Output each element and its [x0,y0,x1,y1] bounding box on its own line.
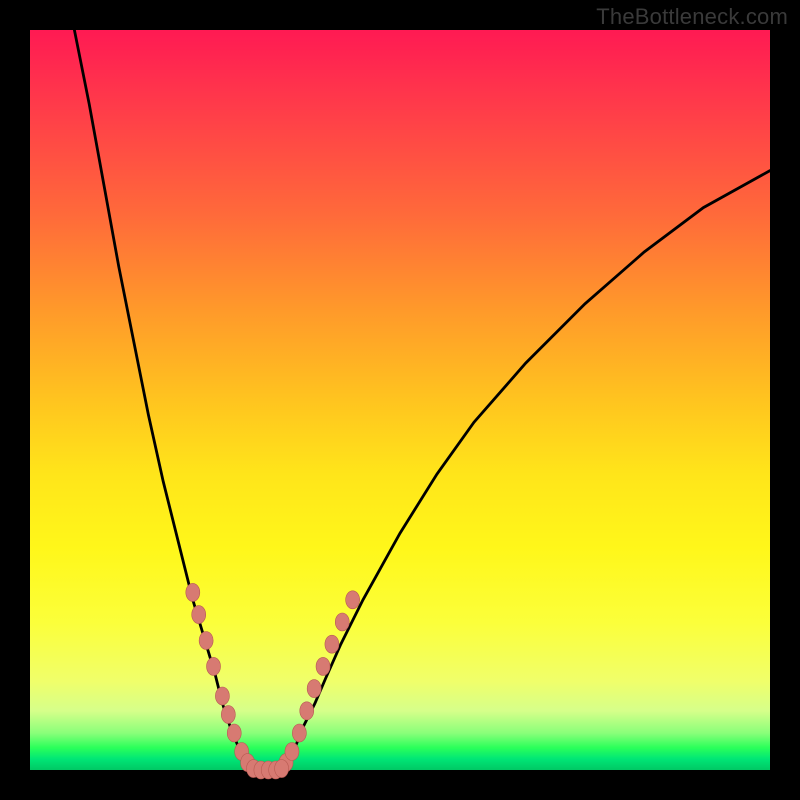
marker-left-2 [199,632,213,650]
chart-frame: TheBottleneck.com [0,0,800,800]
plot-area [30,30,770,770]
watermark-text: TheBottleneck.com [596,4,788,30]
marker-right-6 [325,635,339,653]
marker-left-3 [207,657,221,675]
marker-bottom-4 [275,760,289,778]
marker-right-2 [292,724,306,742]
curve-svg [30,30,770,770]
marker-right-1 [285,743,299,761]
marker-right-5 [316,657,330,675]
marker-left-4 [215,687,229,705]
marker-right-7 [335,613,349,631]
curve-left-branch [74,30,252,770]
curve-right-branch [282,171,770,770]
marker-left-1 [192,606,206,624]
marker-left-0 [186,583,200,601]
marker-right-3 [300,702,314,720]
marker-right-8 [346,591,360,609]
marker-left-5 [221,706,235,724]
marker-right-4 [307,680,321,698]
marker-left-6 [227,724,241,742]
